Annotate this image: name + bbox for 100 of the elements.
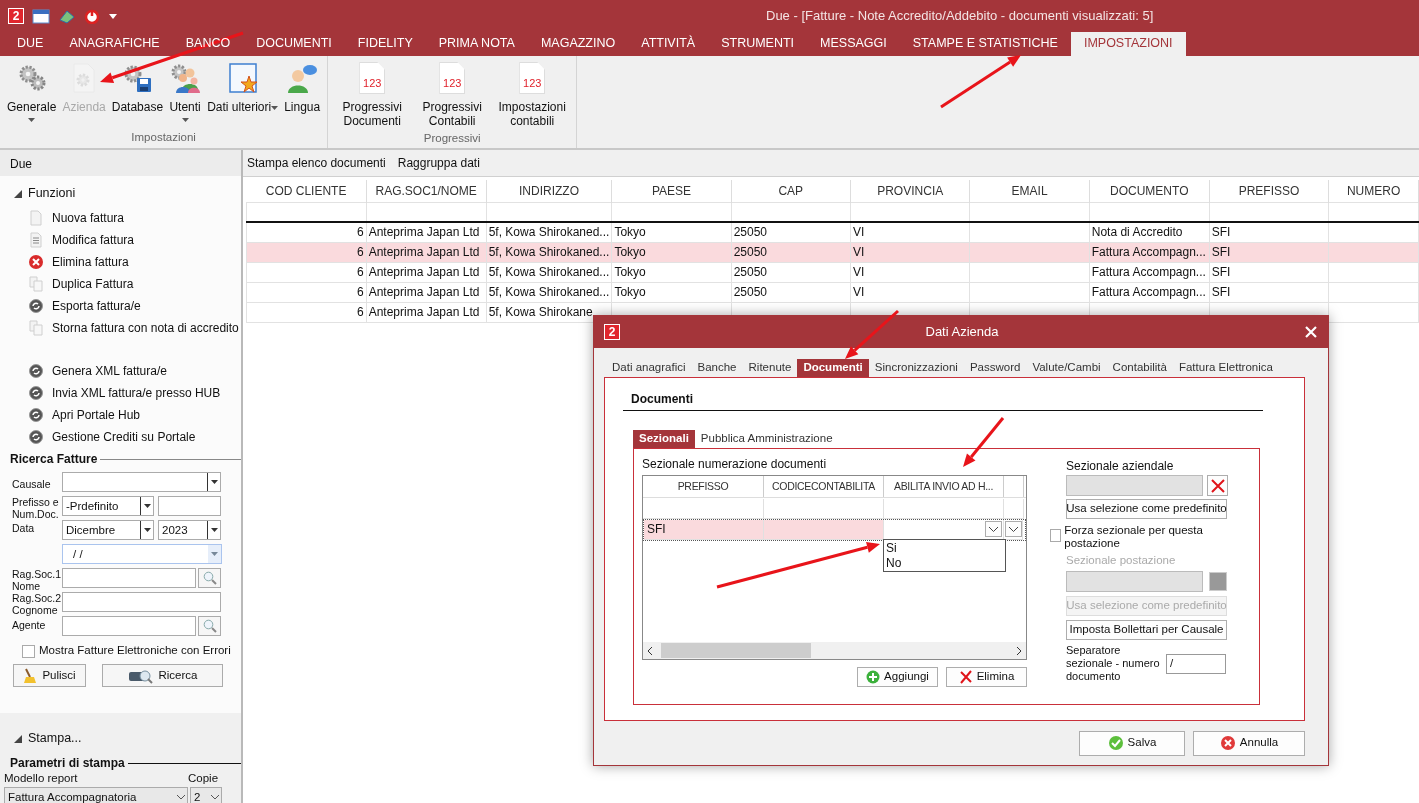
causale-select[interactable] [62,472,221,493]
function-link[interactable]: Gestione Crediti su Portale [0,426,202,448]
column-header[interactable]: NUMERO [1346,183,1401,198]
surname-field[interactable] [62,592,221,613]
company-section-field[interactable] [1066,475,1203,497]
column-header[interactable]: PREFISSO [677,480,729,493]
name-field[interactable] [62,568,196,589]
ribbon-tab[interactable]: MESSAGGI [807,32,900,56]
dialog-tab[interactable]: Dati anagrafici [606,359,692,377]
dropdown-option[interactable]: Si [886,541,1003,556]
column-header[interactable]: CODICECONTABILITA [772,480,875,493]
table-row[interactable]: 6 Anteprima Japan Ltd 5f, Kowa Shirokaned... Tokyo 25050 VI Fattura Accompagn... SFI [246,262,1419,282]
dropdown-button[interactable] [1005,521,1022,538]
search-button[interactable]: Ricerca [102,664,223,688]
month-select[interactable]: Dicembre [62,520,154,541]
ribbon-tab[interactable]: BANCO [172,32,244,56]
tab[interactable]: Pubblica Amministrazione [694,430,839,448]
ribbon-button[interactable]: 123 Impostazioni contabili [492,62,573,132]
table-row[interactable]: 6 Anteprima Japan Ltd 5f, Kowa Shirokaned... Tokyo 25050 VI Fattura Accompagn... SFI [246,282,1419,302]
workstation-section-field[interactable] [1066,571,1203,593]
dialog-tab[interactable]: Ritenute [742,359,798,377]
function-link[interactable]: Genera XML fattura/e [0,360,173,382]
table-row[interactable]: 6 Anteprima Japan Ltd 5f, Kowa Shirokaned... Tokyo 25050 VI Fattura Accompagn... SFI [246,242,1419,262]
function-link[interactable]: Nuova fattura [0,207,131,229]
delete-button[interactable]: Elimina [946,667,1027,688]
tab[interactable]: Sezionali [633,430,695,448]
ribbon-tab[interactable]: ATTIVITÀ [628,32,709,56]
bollettari-button[interactable]: Imposta Bollettari per Causale [1066,620,1227,641]
column-header[interactable]: PAESE [651,183,692,198]
calendar-icon[interactable] [32,8,50,24]
column-header[interactable]: EMAIL [1011,183,1048,198]
grid-cell[interactable] [884,499,1004,520]
dialog-tab[interactable]: Fattura Elettronica [1172,359,1279,377]
year-select[interactable]: 2023 [158,520,221,541]
ribbon-tab[interactable]: DOCUMENTI [243,32,345,56]
ribbon-button[interactable]: Generale [4,62,60,122]
save-button[interactable]: Salva [1079,730,1185,756]
close-icon[interactable] [1304,325,1318,339]
ribbon-tab[interactable]: STRUMENTI [708,32,808,56]
search-button[interactable] [198,616,221,637]
clear-button[interactable]: Pulisci [13,664,86,688]
clear-button[interactable] [1207,475,1228,497]
power-icon[interactable] [84,8,100,24]
function-link[interactable]: Storna fattura con nota di accredito [0,317,245,339]
ribbon-button[interactable]: 123 Progressivi Documenti [332,62,413,132]
expand-icon[interactable] [14,734,22,743]
toolbar-button[interactable]: Stampa elenco documenti [247,155,386,171]
dropdown-option[interactable]: No [886,555,1003,571]
function-link[interactable]: Elimina fattura [0,251,135,273]
grid-row[interactable]: SFI [643,519,1026,542]
dialog-tab[interactable]: Sincronizzazioni [868,359,964,377]
ribbon-button[interactable]: Lingua [281,62,324,118]
cancel-button[interactable]: Annulla [1193,730,1305,756]
dialog-tab[interactable]: Contabilità [1106,359,1173,377]
ribbon-tab[interactable]: PRIMA NOTA [425,32,528,56]
dialog-tab[interactable]: Documenti [797,359,869,377]
column-header[interactable]: CAP [778,183,804,198]
dialog-tab[interactable]: Valute/Cambi [1026,359,1107,377]
ribbon-button[interactable]: Utenti [166,62,205,122]
dropdown-button[interactable] [985,521,1002,538]
function-link[interactable]: Apri Portale Hub [0,404,147,426]
ribbon-tab[interactable]: DUE [4,32,57,56]
default-button[interactable]: Usa selezione come predefinito [1066,499,1227,520]
toolbar-button[interactable]: Raggruppa dati [397,155,480,171]
grid-cell[interactable] [643,499,764,520]
column-header[interactable]: DOCUMENTO [1110,183,1189,198]
column-header[interactable]: PREFISSO [1238,183,1300,198]
dropdown-icon[interactable] [108,11,118,21]
column-header[interactable]: ABILITA INVIO AD H... [893,480,994,493]
ribbon-tab[interactable]: MAGAZZINO [527,32,629,56]
picker-button[interactable] [1209,572,1227,592]
search-button[interactable] [198,568,221,589]
report-select[interactable]: Fattura Accompagnatoria [4,787,188,803]
ribbon-tab[interactable]: ANAGRAFICHE [56,32,173,56]
grid-cell[interactable] [1004,499,1024,520]
dialog-tab[interactable]: Password [963,359,1027,377]
ribbon-button[interactable]: 123 Progressivi Contabili [412,62,493,132]
ribbon-tab[interactable]: FIDELITY [344,32,426,56]
function-link[interactable]: Invia XML fattura/e presso HUB [0,382,227,404]
column-header[interactable]: INDIRIZZO [519,183,579,198]
dialog-tab[interactable]: Banche [691,359,743,377]
agent-field[interactable] [62,616,196,637]
date-field[interactable]: / / [62,544,222,565]
horizontal-scrollbar[interactable] [643,642,1026,660]
function-link[interactable]: Duplica Fattura [0,273,140,295]
paint-icon[interactable] [58,8,76,24]
ribbon-tab[interactable]: STAMPE E STATISTICHE [899,32,1071,56]
grid-cell[interactable] [764,499,884,520]
expand-icon[interactable] [14,189,22,198]
prefix-select[interactable]: -Prdefinito [62,496,154,517]
ribbon-tab[interactable]: IMPOSTAZIONI [1070,32,1186,56]
column-header[interactable]: COD CLIENTE [265,183,347,198]
copies-select[interactable]: 2 [190,787,222,803]
function-link[interactable]: Modifica fattura [0,229,141,251]
function-link[interactable]: Esporta fattura/e [0,295,147,317]
column-header[interactable]: RAG.SOC1/NOME [375,183,477,198]
add-button[interactable]: Aggiungi [857,667,938,688]
number-field[interactable] [158,496,221,517]
checkbox[interactable] [22,644,35,658]
separator-field[interactable]: / [1166,653,1226,674]
